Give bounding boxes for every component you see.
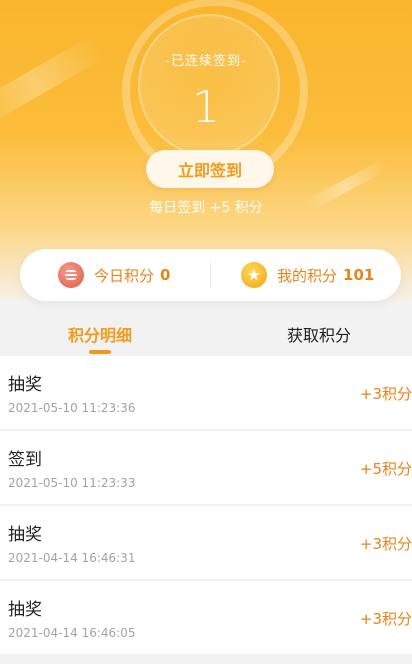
today-points-label: 今日积分 [94,266,155,285]
record-time: 2021-04-14 16:46:31 [8,551,136,565]
divider [210,262,211,288]
record-time: 2021-05-10 11:23:33 [8,476,136,490]
record-title: 抽奖 [8,375,42,395]
tab-bar: 积分明细 获取积分 [0,316,412,354]
list-item: 签到 2021-05-10 11:23:33 +5积分 [0,431,412,504]
record-time: 2021-04-14 16:46:05 [8,626,136,640]
my-points-label: 我的积分 [277,266,338,285]
today-points: 今日积分 0 [58,249,170,301]
points-record-list: 抽奖 2021-05-10 11:23:36 +3积分 签到 2021-05-1… [0,356,412,656]
points-summary-card: 今日积分 0 ★ 我的积分 101 [20,249,401,301]
tab-earn-points[interactable]: 获取积分 [287,322,351,346]
my-points[interactable]: ★ 我的积分 101 [241,249,374,301]
record-points: +3积分 [359,385,412,403]
daily-bonus-hint: 每日签到 +5 积分 [149,200,263,216]
record-time: 2021-05-10 11:23:36 [8,401,136,415]
record-points: +5积分 [359,460,412,478]
coin-stack-icon [58,262,84,288]
list-item: 抽奖 2021-05-10 11:23:36 +3积分 [0,356,412,429]
streak-count: 1 [192,82,220,133]
list-item: 抽奖 2021-04-14 16:46:31 +3积分 [0,506,412,579]
today-points-value: 0 [160,266,171,284]
tab-points-detail[interactable]: 积分明细 [68,322,132,346]
record-points: +3积分 [359,610,412,628]
star-icon: ★ [241,262,267,288]
list-item: 抽奖 2021-04-14 16:46:05 +3积分 [0,581,412,654]
active-tab-indicator [89,350,111,354]
record-points: +3积分 [359,535,412,553]
my-points-value: 101 [343,266,375,284]
record-title: 抽奖 [8,525,42,545]
record-title: 抽奖 [8,600,42,620]
streak-label: -已连续签到- [165,54,247,69]
record-title: 签到 [8,450,42,470]
signin-button[interactable]: 立即签到 [146,150,274,188]
